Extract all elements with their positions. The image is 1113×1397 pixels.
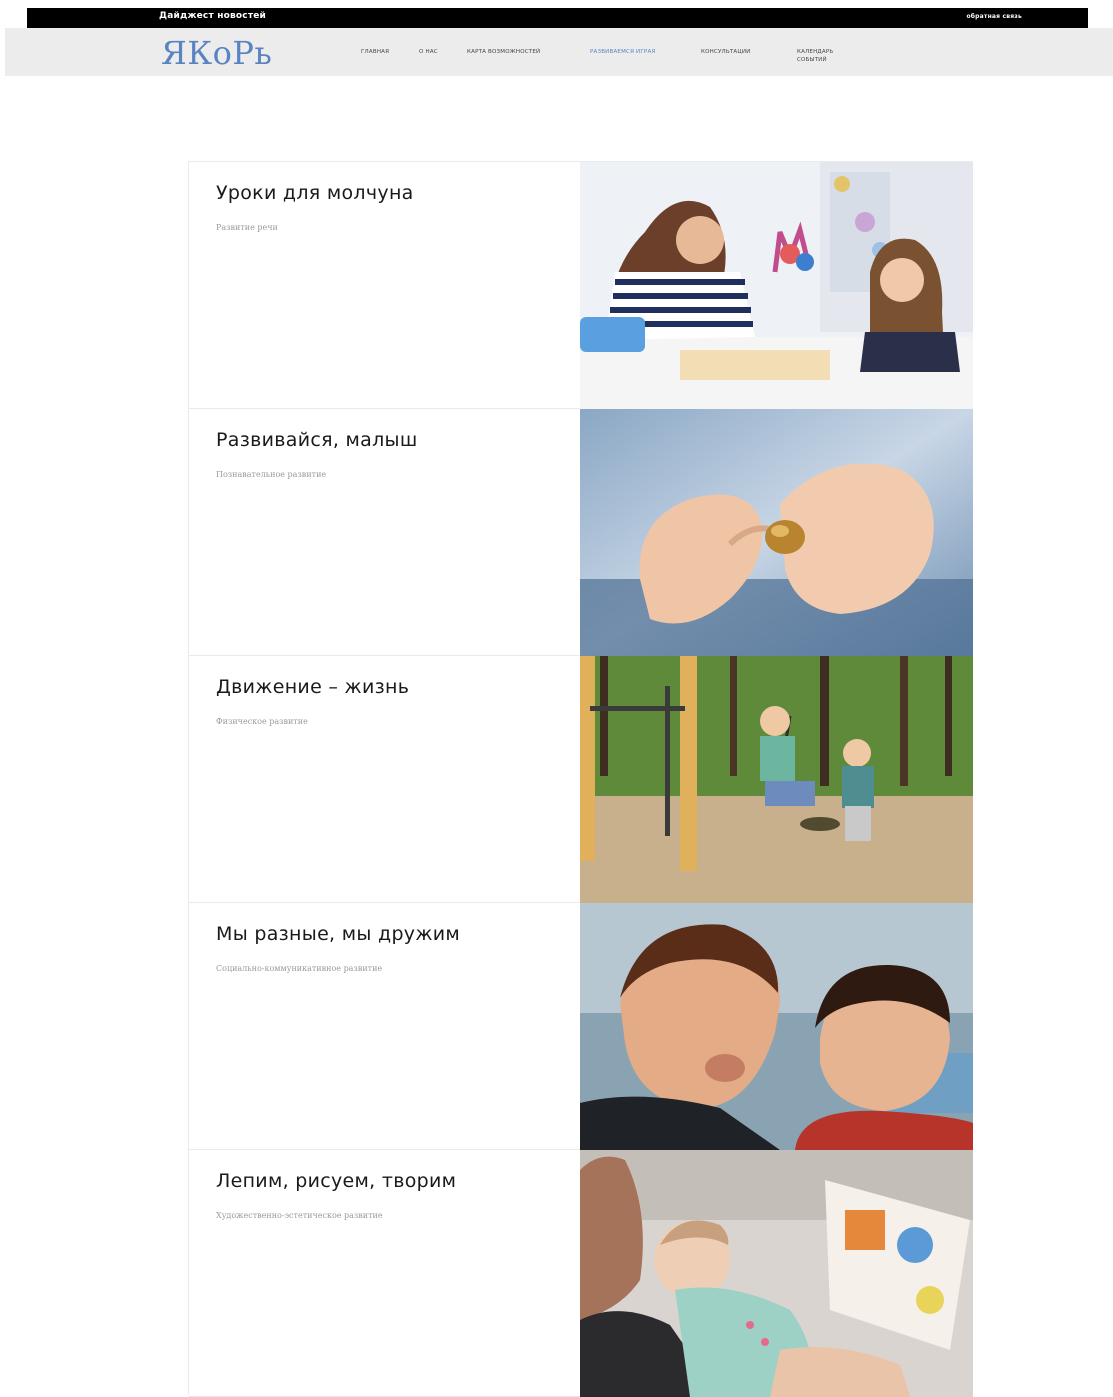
- nav-item-events-calendar[interactable]: календарь событий: [797, 48, 857, 64]
- card-text: Уроки для молчуна Развитие речи: [189, 162, 580, 409]
- card-subtitle: Художественно-эстетическое развитие: [216, 1211, 383, 1220]
- card-text: Движение – жизнь Физическое развитие: [189, 656, 580, 903]
- activities-grid: Уроки для молчуна Развитие речи Развивай…: [188, 161, 973, 1397]
- activity-card[interactable]: Движение – жизнь Физическое развитие: [189, 656, 973, 903]
- nav-item-develop-by-playing[interactable]: развиваемся играя: [590, 48, 655, 56]
- card-subtitle: Познавательное развитие: [216, 470, 327, 479]
- main-navbar: ЯКоРь главная о нас карта возможностей р…: [5, 28, 1113, 76]
- feedback-link[interactable]: обратная связь: [966, 13, 1022, 20]
- card-title[interactable]: Мы разные, мы дружим: [216, 923, 460, 945]
- nav-item-consultations[interactable]: консультации: [701, 48, 751, 56]
- card-title[interactable]: Развивайся, малыш: [216, 429, 418, 451]
- activity-card[interactable]: Мы разные, мы дружим Социально-коммуника…: [189, 903, 973, 1150]
- activity-card[interactable]: Развивайся, малыш Познавательное развити…: [189, 409, 973, 656]
- site-logo[interactable]: ЯКоРь: [161, 36, 272, 70]
- card-text: Мы разные, мы дружим Социально-коммуника…: [189, 903, 580, 1150]
- top-bar: Дайджест новостей обратная связь: [27, 8, 1088, 28]
- card-title[interactable]: Движение – жизнь: [216, 676, 409, 698]
- card-text: Лепим, рисуем, творим Художественно-эсте…: [189, 1150, 580, 1397]
- activity-card[interactable]: Уроки для молчуна Развитие речи: [189, 162, 973, 409]
- boys-making-faces-photo[interactable]: [580, 903, 973, 1150]
- child-hands-with-acorn-photo[interactable]: [580, 409, 973, 656]
- card-title[interactable]: Уроки для молчуна: [216, 182, 414, 204]
- card-title[interactable]: Лепим, рисуем, творим: [216, 1170, 456, 1192]
- nav-item-home[interactable]: главная: [361, 48, 389, 56]
- kids-on-playground-photo[interactable]: [580, 656, 973, 903]
- nav-item-opportunities-map[interactable]: карта возможностей: [467, 48, 540, 56]
- activity-card[interactable]: Лепим, рисуем, творим Художественно-эсте…: [189, 1150, 973, 1397]
- teacher-and-girl-photo[interactable]: [580, 162, 973, 409]
- news-digest-link[interactable]: Дайджест новостей: [159, 11, 266, 21]
- father-reading-to-baby-photo[interactable]: [580, 1150, 973, 1397]
- card-subtitle: Развитие речи: [216, 223, 278, 232]
- card-text: Развивайся, малыш Познавательное развити…: [189, 409, 580, 656]
- nav-item-about[interactable]: о нас: [419, 48, 441, 56]
- card-subtitle: Социально-коммуникативное развитие: [216, 964, 383, 973]
- card-subtitle: Физическое развитие: [216, 717, 308, 726]
